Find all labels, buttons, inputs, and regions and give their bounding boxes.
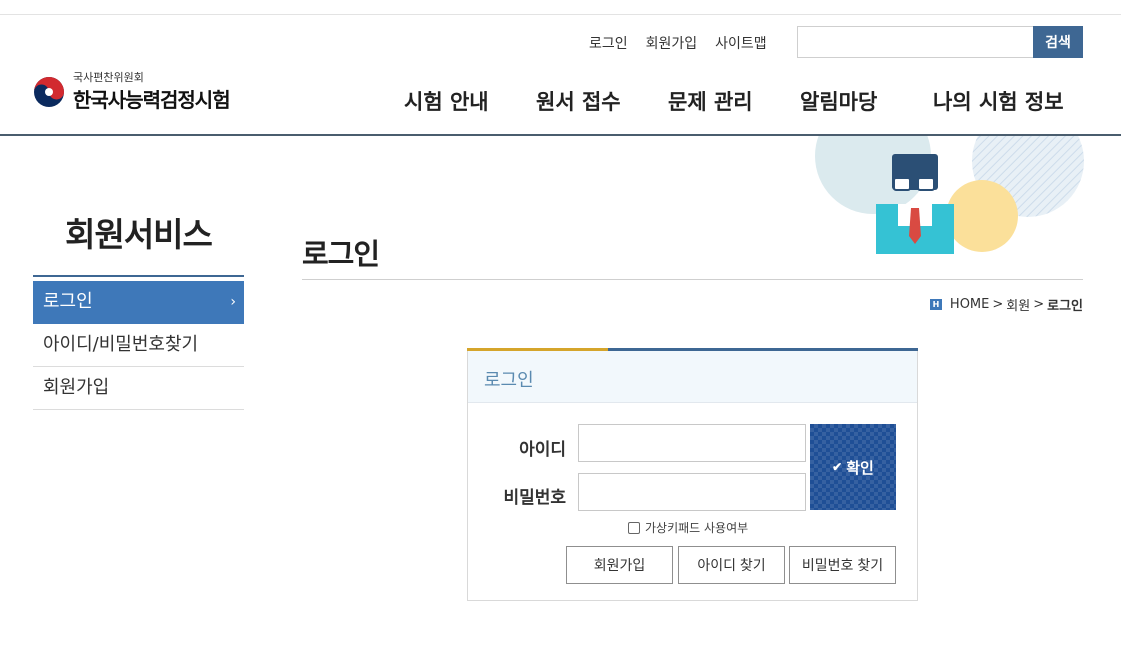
sidebar-title: 회원서비스 [65,215,213,254]
top-divider [0,14,1121,15]
logo-subtitle: 국사편찬위원회 [73,71,144,84]
virtual-keypad-option[interactable]: 가상키패드 사용여부 [628,519,748,536]
id-input[interactable] [578,424,806,462]
breadcrumb: H HOME > 회원 > 로그인 [929,295,1083,314]
find-id-button[interactable]: 아이디 찾기 [678,546,785,584]
join-button[interactable]: 회원가입 [566,546,673,584]
find-password-button[interactable]: 비밀번호 찾기 [789,546,896,584]
confirm-button[interactable]: ✔ 확인 [810,424,896,510]
password-label: 비밀번호 [503,488,566,508]
nav-notices[interactable]: 알림마당 [800,86,877,116]
page-title: 로그인 [302,237,380,271]
nav-question-management[interactable]: 문제 관리 [668,86,753,116]
sidebar-item-label: 회원가입 [43,377,110,398]
check-icon: ✔ [832,460,843,474]
virtual-keypad-label: 가상키패드 사용여부 [645,521,749,535]
util-login-link[interactable]: 로그인 [589,33,628,53]
checkbox-icon[interactable] [628,521,640,534]
breadcrumb-current: 로그인 [1047,299,1083,314]
sidebar-menu: 로그인 › 아이디/비밀번호찾기 회원가입 [33,275,244,410]
nav-exam-info[interactable]: 시험 안내 [404,86,489,116]
id-label: 아이디 [519,440,566,460]
login-panel: 로그인 아이디 비밀번호 ✔ 확인 가상키패드 사용여부 회원가입 아이디 찾기… [467,348,918,601]
password-input[interactable] [578,473,806,511]
chevron-right-icon: › [230,294,236,310]
sidebar-item-label: 아이디/비밀번호찾기 [43,334,199,355]
nav-application[interactable]: 원서 접수 [536,86,621,116]
title-divider [302,279,1083,280]
sidebar-item-find-account[interactable]: 아이디/비밀번호찾기 [33,324,244,367]
login-heading: 로그인 [484,370,534,391]
nav-my-exam-info[interactable]: 나의 시험 정보 [933,86,1064,116]
chevron-right-icon: > [1033,297,1045,312]
confirm-label: 확인 [846,459,874,477]
home-icon[interactable]: H [929,299,942,310]
util-join-link[interactable]: 회원가입 [646,33,698,53]
main-nav: 시험 안내 원서 접수 문제 관리 알림마당 나의 시험 정보 [0,86,1121,116]
sidebar-item-join[interactable]: 회원가입 [33,367,244,410]
breadcrumb-home[interactable]: HOME [950,297,989,312]
util-sitemap-link[interactable]: 사이트맵 [715,33,767,53]
login-illustration [815,136,1084,254]
sidebar-item-label: 로그인 [43,291,93,312]
breadcrumb-member[interactable]: 회원 [1006,295,1030,314]
utility-links: 로그인 회원가입 사이트맵 [589,33,785,53]
login-header: 로그인 [468,351,917,403]
search-input[interactable] [797,26,1034,58]
search-button[interactable]: 검색 [1033,26,1083,58]
sidebar-item-login[interactable]: 로그인 › [33,281,244,324]
chevron-right-icon: > [992,297,1004,312]
